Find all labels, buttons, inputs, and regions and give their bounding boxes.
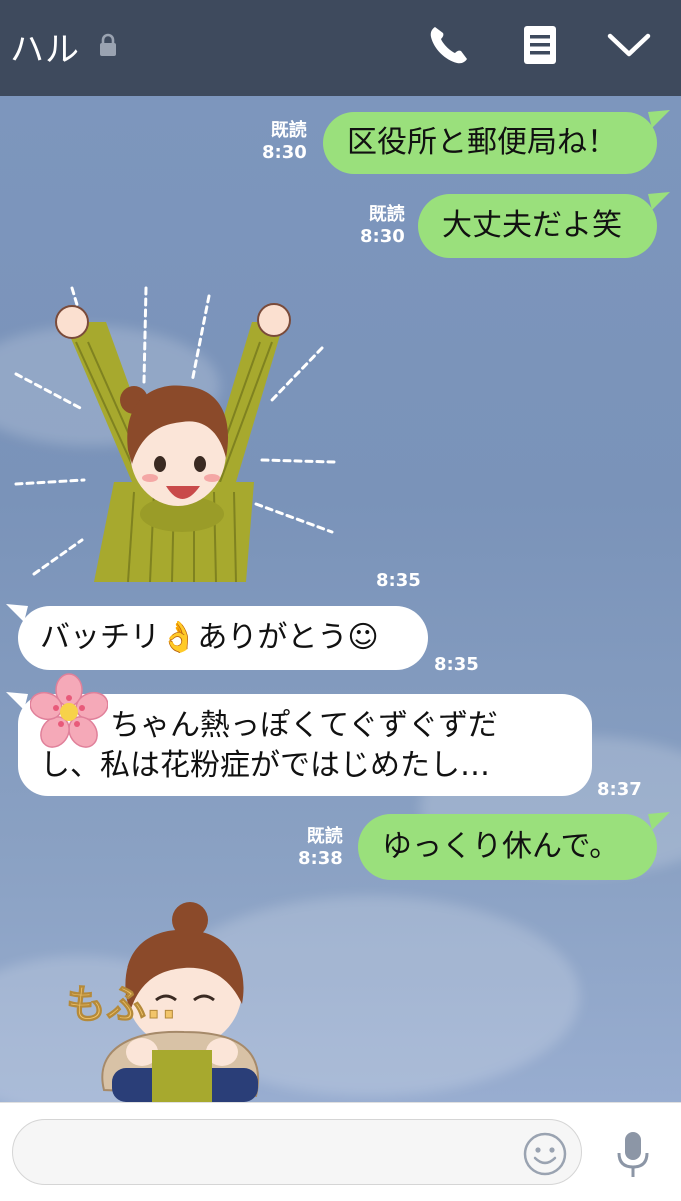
chevron-down-icon[interactable] xyxy=(606,22,652,68)
message-time: 8:35 xyxy=(376,570,421,591)
read-receipt: 既読 8:30 xyxy=(360,204,405,247)
message-time: 8:35 xyxy=(434,654,479,675)
read-receipt: 既読 8:30 xyxy=(262,120,307,163)
lock-icon xyxy=(100,33,116,56)
read-receipt: 既読 8:38 xyxy=(298,826,343,869)
message-bubble-theirs[interactable]: バッチリ👌ありがとう☺ xyxy=(18,606,428,670)
smiley-icon[interactable] xyxy=(522,1131,568,1177)
message-text-line: ちゃん熱っぽくてぐずぐずだ xyxy=(110,708,498,743)
message-input[interactable] xyxy=(12,1119,582,1185)
message-text: 区役所と郵便局ね！ xyxy=(347,125,617,160)
input-bar xyxy=(0,1102,681,1201)
message-text: バッチリ👌ありがとう☺ xyxy=(40,620,379,655)
phone-icon[interactable] xyxy=(426,22,472,68)
microphone-icon[interactable] xyxy=(610,1129,656,1181)
sticker-cheering-girl[interactable] xyxy=(14,282,344,582)
sticker-fluffy-girl[interactable]: もふ.. xyxy=(60,900,330,1102)
notes-icon[interactable] xyxy=(518,22,564,68)
message-bubble-mine[interactable]: 大丈夫だよ笑 xyxy=(418,194,657,258)
bubble-tail xyxy=(648,110,670,128)
contact-name[interactable]: ハル xyxy=(10,22,80,71)
sakura-emoji xyxy=(30,673,108,748)
chat-header: ハル xyxy=(0,0,681,96)
message-time: 8:37 xyxy=(597,779,642,800)
bubble-tail xyxy=(648,812,670,830)
message-text: 大丈夫だよ笑 xyxy=(442,208,622,243)
message-bubble-mine[interactable]: ゆっくり休んで。 xyxy=(358,814,657,880)
message-bubble-mine[interactable]: 区役所と郵便局ね！ xyxy=(323,112,657,174)
bubble-tail xyxy=(648,192,670,210)
message-text: ゆっくり休んで。 xyxy=(382,829,620,864)
message-text-line: し、私は花粉症がではじめたし… xyxy=(40,748,490,783)
sticker-mofu-text: もふ.. xyxy=(66,982,176,1028)
